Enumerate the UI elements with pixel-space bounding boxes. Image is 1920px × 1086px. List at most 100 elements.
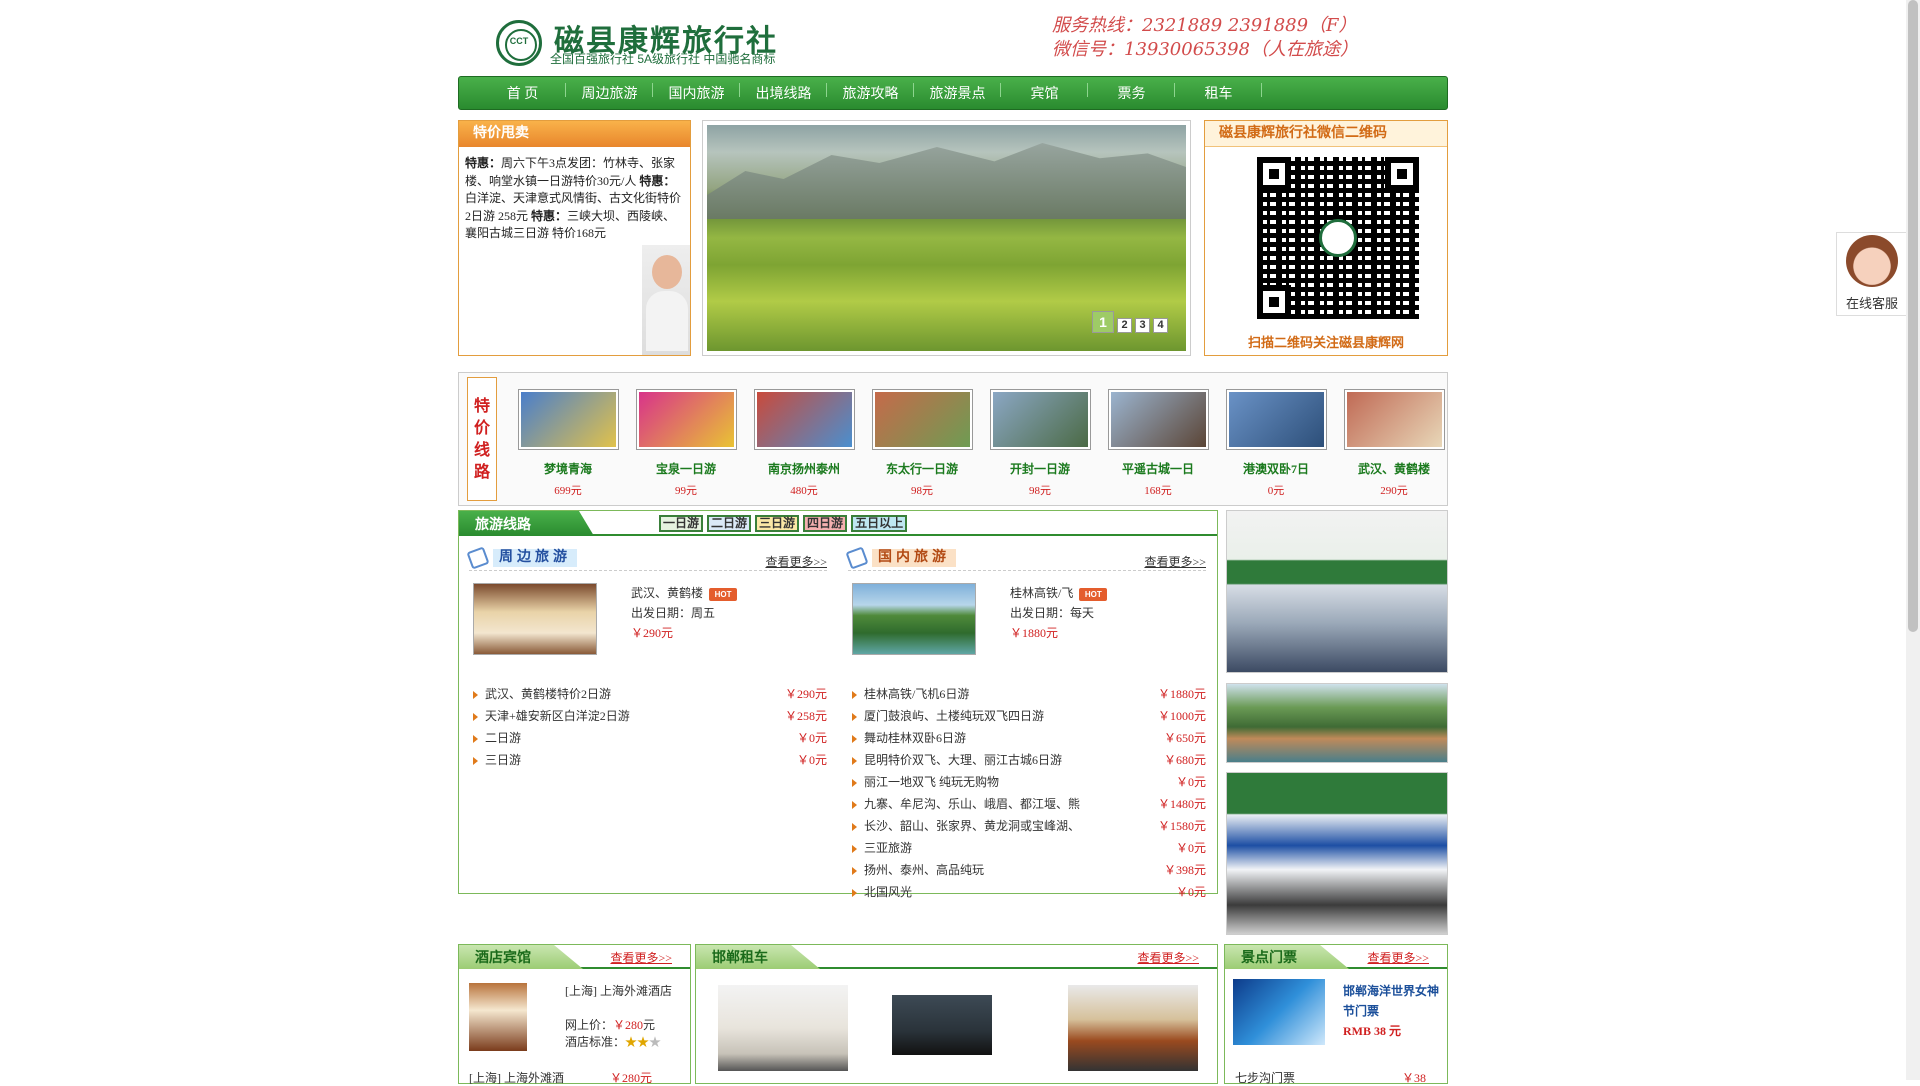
online-service-label[interactable]: 在线客服	[1837, 293, 1907, 312]
route-list-item[interactable]: 丽江一地双飞 纯玩无购物 ￥0元	[848, 771, 1206, 793]
nav-item-nearby[interactable]: 周边旅游	[566, 83, 653, 103]
special-route-name[interactable]: 港澳双卧7日	[1217, 460, 1335, 477]
domestic-feature-image[interactable]	[852, 583, 976, 655]
nearby-feature-image[interactable]	[473, 583, 597, 655]
banner-image[interactable]: 1 2 3 4	[707, 125, 1186, 351]
mpv-image[interactable]	[892, 995, 992, 1055]
special-route-item[interactable]: 东太行一日游 98元	[863, 389, 981, 498]
special-route-item[interactable]: 梦境青海 699元	[509, 389, 627, 498]
nav-item-hotel[interactable]: 宾馆	[1001, 83, 1088, 103]
special-route-name[interactable]: 梦境青海	[509, 460, 627, 477]
ticket-row2-link[interactable]: 七步沟门票	[1235, 1071, 1295, 1085]
nearby-feature-link[interactable]: 武汉、黄鹤楼	[631, 586, 703, 600]
route-name[interactable]: 扬州、泰州、高品纯玩	[864, 863, 984, 877]
domestic-feature-link[interactable]: 桂林高铁/飞	[1010, 586, 1073, 600]
route-name[interactable]: 厦门鼓浪屿、土楼纯玩双飞四日游	[864, 709, 1044, 723]
special-route-thumb[interactable]	[989, 389, 1091, 450]
special-route-name[interactable]: 东太行一日游	[863, 460, 981, 477]
special-offer-text[interactable]: 特惠：周六下午3点发团：竹林寺、张家楼、响堂水镇一日游特价30元/人 特惠：白洋…	[459, 147, 690, 251]
day-tab[interactable]: 五日以上	[851, 515, 908, 532]
coach-image[interactable]	[1068, 985, 1198, 1071]
nav-item-scenic[interactable]: 旅游景点	[914, 83, 1001, 103]
special-route-name[interactable]: 南京扬州泰州	[745, 460, 863, 477]
domestic-more-link[interactable]: 查看更多>>	[1144, 553, 1206, 570]
route-list-item[interactable]: 二日游 ￥0元	[469, 727, 827, 749]
day-tab[interactable]: 一日游	[659, 515, 704, 532]
banner-page-button[interactable]: 1	[1092, 311, 1114, 333]
page-scrollbar[interactable]	[1906, 0, 1920, 1080]
route-name[interactable]: 三日游	[485, 753, 521, 767]
route-name[interactable]: 二日游	[485, 731, 521, 745]
route-name[interactable]: 九寨、牟尼沟、乐山、峨眉、都江堰、熊	[864, 797, 1080, 811]
nav-item-car[interactable]: 租车	[1175, 83, 1262, 103]
route-list-item[interactable]: 扬州、泰州、高品纯玩 ￥398元	[848, 859, 1206, 881]
special-route-item[interactable]: 开封一日游 98元	[981, 389, 1099, 498]
route-list-item[interactable]: 舞动桂林双卧6日游 ￥650元	[848, 727, 1206, 749]
banner-page-button[interactable]: 3	[1135, 318, 1150, 333]
hotel-image[interactable]	[469, 983, 527, 1051]
route-list-item[interactable]: 天津+雄安新区白洋淀2日游 ￥258元	[469, 705, 827, 727]
van-image[interactable]	[718, 985, 848, 1071]
special-route-name[interactable]: 开封一日游	[981, 460, 1099, 477]
logo-icon[interactable]: CCT	[496, 20, 542, 66]
ticket-image[interactable]	[1233, 979, 1325, 1045]
special-route-thumb[interactable]	[1343, 389, 1445, 450]
route-name[interactable]: 北国风光	[864, 885, 912, 899]
hotel-more-link[interactable]: 查看更多>>	[610, 949, 672, 966]
banner-slider[interactable]: 1 2 3 4	[702, 120, 1191, 356]
day-tab[interactable]: 四日游	[803, 515, 848, 532]
special-route-item[interactable]: 港澳双卧7日 0元	[1217, 389, 1335, 498]
route-name[interactable]: 三亚旅游	[864, 841, 912, 855]
ticket-more-link[interactable]: 查看更多>>	[1367, 949, 1429, 966]
day-tab[interactable]: 二日游	[707, 515, 752, 532]
online-service-widget[interactable]: 在线客服	[1836, 232, 1908, 316]
nav-item-guide[interactable]: 旅游攻略	[827, 83, 914, 103]
route-name[interactable]: 丽江一地双飞 纯玩无购物	[864, 775, 999, 789]
nearby-more-link[interactable]: 查看更多>>	[765, 553, 827, 570]
special-route-thumb[interactable]	[517, 389, 619, 450]
route-name[interactable]: 长沙、韶山、张家界、黄龙洞或宝峰湖、	[864, 819, 1080, 833]
banner-page-button[interactable]: 2	[1117, 318, 1132, 333]
day-tab[interactable]: 三日游	[755, 515, 800, 532]
special-route-thumb[interactable]	[1107, 389, 1209, 450]
special-route-item[interactable]: 武汉、黄鹤楼 290元	[1335, 389, 1453, 498]
scenic-photo[interactable]	[1226, 683, 1448, 763]
special-route-item[interactable]: 南京扬州泰州 480元	[745, 389, 863, 498]
nav-item-home[interactable]: 首 页	[479, 83, 566, 103]
banner-page-button[interactable]: 4	[1153, 318, 1168, 333]
special-route-thumb[interactable]	[871, 389, 973, 450]
route-list-item[interactable]: 长沙、韶山、张家界、黄龙洞或宝峰湖、 ￥1580元	[848, 815, 1206, 837]
route-list-item[interactable]: 桂林高铁/飞机6日游 ￥1880元	[848, 683, 1206, 705]
bus-photo[interactable]	[1226, 772, 1448, 935]
nav-item-domestic[interactable]: 国内旅游	[653, 83, 740, 103]
hotel-name-link[interactable]: [上海] 上海外滩酒店	[565, 984, 672, 998]
special-route-thumb[interactable]	[635, 389, 737, 450]
route-name[interactable]: 天津+雄安新区白洋淀2日游	[485, 709, 630, 723]
route-list-item[interactable]: 北国风光 ￥0元	[848, 881, 1206, 903]
ticket-name-link[interactable]: 邯郸海洋世界女神节门票	[1343, 984, 1439, 1018]
route-name[interactable]: 昆明特价双飞、大理、丽江古城6日游	[864, 753, 1062, 767]
route-list-item[interactable]: 三亚旅游 ￥0元	[848, 837, 1206, 859]
route-list-item[interactable]: 厦门鼓浪屿、土楼纯玩双飞四日游 ￥1000元	[848, 705, 1206, 727]
route-name[interactable]: 舞动桂林双卧6日游	[864, 731, 966, 745]
special-route-item[interactable]: 宝泉一日游 99元	[627, 389, 745, 498]
special-route-name[interactable]: 武汉、黄鹤楼	[1335, 460, 1453, 477]
special-route-thumb[interactable]	[753, 389, 855, 450]
route-list-item[interactable]: 三日游 ￥0元	[469, 749, 827, 771]
special-route-item[interactable]: 平遥古城一日 168元	[1099, 389, 1217, 498]
car-more-link[interactable]: 查看更多>>	[1137, 949, 1199, 966]
nav-item-outbound[interactable]: 出境线路	[740, 83, 827, 103]
route-list-item[interactable]: 武汉、黄鹤楼特价2日游 ￥290元	[469, 683, 827, 705]
hotel-row2-link[interactable]: [上海] 上海外滩酒	[469, 1071, 564, 1085]
nav-item-tickets[interactable]: 票务	[1088, 83, 1175, 103]
scrollbar-thumb[interactable]	[1908, 0, 1918, 632]
route-name[interactable]: 桂林高铁/飞机6日游	[864, 687, 969, 701]
route-name[interactable]: 武汉、黄鹤楼特价2日游	[485, 687, 611, 701]
special-route-thumb[interactable]	[1225, 389, 1327, 450]
office-photo[interactable]	[1226, 510, 1448, 673]
special-route-name[interactable]: 宝泉一日游	[627, 460, 745, 477]
route-list-item[interactable]: 昆明特价双飞、大理、丽江古城6日游 ￥680元	[848, 749, 1206, 771]
special-route-name[interactable]: 平遥古城一日	[1099, 460, 1217, 477]
car-title: 邯郸租车	[696, 945, 820, 969]
route-list-item[interactable]: 九寨、牟尼沟、乐山、峨眉、都江堰、熊 ￥1480元	[848, 793, 1206, 815]
